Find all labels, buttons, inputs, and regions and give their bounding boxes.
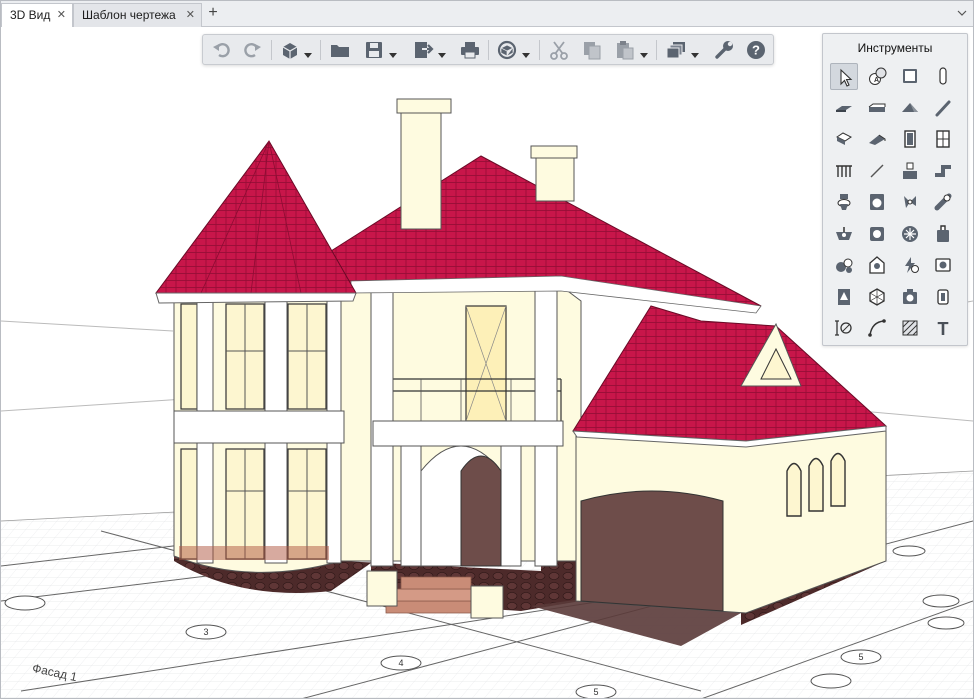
tool-camera-icon[interactable] xyxy=(896,284,924,311)
main-toolbar: ? xyxy=(202,34,774,65)
tool-wall-box-icon[interactable] xyxy=(896,63,924,90)
open-folder-icon[interactable] xyxy=(329,39,351,61)
tool-slab-icon[interactable] xyxy=(830,95,858,122)
tool-pipes-icon[interactable] xyxy=(830,252,858,279)
tool-floor-icon[interactable] xyxy=(830,126,858,153)
tool-arc-icon[interactable] xyxy=(863,315,891,342)
tool-window-icon[interactable] xyxy=(929,126,957,153)
paste-icon[interactable] xyxy=(614,39,636,61)
svg-text:?: ? xyxy=(752,43,760,58)
undo-icon[interactable] xyxy=(211,39,233,61)
chevron-down-icon[interactable] xyxy=(304,46,312,58)
tools-panel: Инструменты A T xyxy=(822,33,968,346)
help-icon[interactable]: ? xyxy=(745,39,767,61)
tool-heater-icon[interactable] xyxy=(929,221,957,248)
copy-icon[interactable] xyxy=(581,39,603,61)
tool-radiator-icon[interactable] xyxy=(896,221,924,248)
orbit-icon[interactable] xyxy=(496,39,518,61)
chevron-down-icon[interactable] xyxy=(691,46,699,58)
tab-3d-view[interactable]: 3D Вид ✕ xyxy=(1,3,73,28)
tool-dimension-icon[interactable] xyxy=(830,315,858,342)
tool-text-icon[interactable]: T xyxy=(929,315,957,342)
tool-column-icon[interactable] xyxy=(929,63,957,90)
tool-door-icon[interactable] xyxy=(896,126,924,153)
tool-sink-icon[interactable] xyxy=(830,221,858,248)
svg-text:A: A xyxy=(874,77,879,84)
cut-icon[interactable] xyxy=(548,39,570,61)
tab-drawing-template[interactable]: Шаблон чертежа ✕ xyxy=(73,3,202,27)
add-tab-button[interactable]: + xyxy=(203,3,223,25)
tool-stair-line-icon[interactable] xyxy=(929,95,957,122)
grid-marker-label: 3 xyxy=(203,627,208,637)
chevron-down-icon[interactable] xyxy=(522,46,530,58)
tower-roof xyxy=(155,140,357,294)
tool-line-icon[interactable] xyxy=(863,158,891,185)
app-window: 3D Вид ✕ Шаблон чертежа ✕ + 3 4 5 5 Фаса… xyxy=(0,0,974,699)
tool-polyhedron-icon[interactable] xyxy=(863,284,891,311)
chevron-down-icon[interactable] xyxy=(955,5,969,21)
tool-shapes-icon[interactable]: A xyxy=(863,63,891,90)
tool-fan-icon[interactable] xyxy=(896,189,924,216)
tool-toilet-icon[interactable] xyxy=(830,189,858,216)
grid-marker-label: 4 xyxy=(398,658,403,668)
chevron-down-icon[interactable] xyxy=(640,46,648,58)
close-icon[interactable]: ✕ xyxy=(57,4,66,26)
redo-icon[interactable] xyxy=(241,39,263,61)
close-icon[interactable]: ✕ xyxy=(186,4,195,26)
tool-washer-icon[interactable] xyxy=(863,189,891,216)
tool-roof-icon[interactable] xyxy=(896,95,924,122)
view-cube-icon[interactable] xyxy=(279,39,301,61)
tool-socket-icon[interactable] xyxy=(929,252,957,279)
tab-label: 3D Вид xyxy=(10,8,51,22)
tool-select-icon[interactable] xyxy=(830,63,858,90)
tool-beam-icon[interactable] xyxy=(863,95,891,122)
tool-valve-icon[interactable] xyxy=(929,189,957,216)
print-icon[interactable] xyxy=(459,39,481,61)
tab-bar: 3D Вид ✕ Шаблон чертежа ✕ + xyxy=(1,1,973,28)
layers-icon[interactable] xyxy=(665,39,687,61)
tool-chimney-icon[interactable] xyxy=(896,158,924,185)
tool-panel-icon[interactable] xyxy=(830,284,858,311)
tool-outlet-icon[interactable] xyxy=(863,221,891,248)
chevron-down-icon[interactable] xyxy=(389,46,397,58)
tools-panel-title: Инструменты xyxy=(857,41,933,55)
tool-lamp-icon[interactable] xyxy=(863,252,891,279)
settings-wrench-icon[interactable] xyxy=(713,39,735,61)
tool-electrical-icon[interactable] xyxy=(896,252,924,279)
tool-pipe-icon[interactable] xyxy=(929,158,957,185)
tool-railing-icon[interactable] xyxy=(830,158,858,185)
svg-text:T: T xyxy=(938,319,949,338)
tab-label: Шаблон чертежа xyxy=(82,8,176,22)
garage-door xyxy=(580,490,724,612)
tool-hatch-icon[interactable] xyxy=(896,315,924,342)
export-icon[interactable] xyxy=(412,39,434,61)
tool-ramp-icon[interactable] xyxy=(863,126,891,153)
grid-marker-label: 5 xyxy=(858,652,863,662)
save-icon[interactable] xyxy=(363,39,385,61)
chevron-down-icon[interactable] xyxy=(438,46,446,58)
grid-marker-label: 5 xyxy=(593,687,598,697)
tool-switch-icon[interactable] xyxy=(929,284,957,311)
